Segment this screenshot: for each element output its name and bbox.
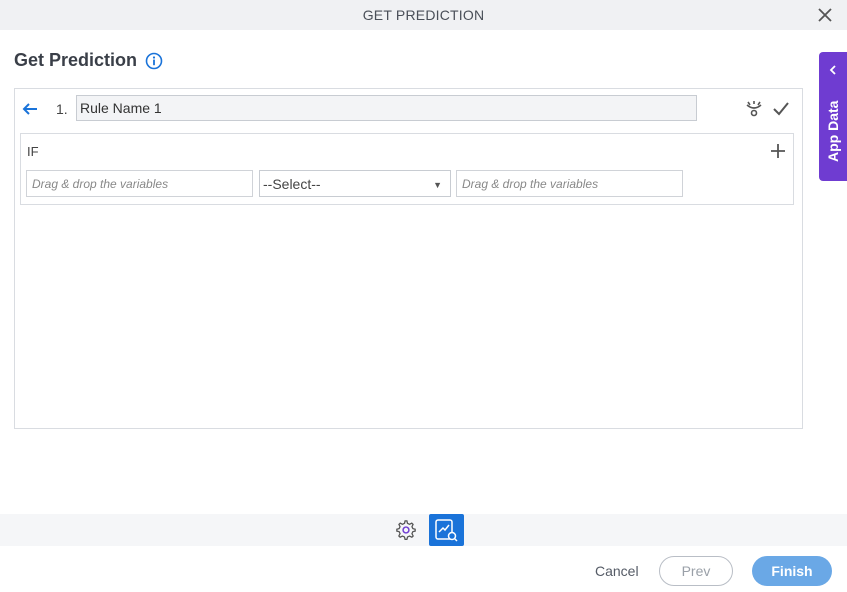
rule-number: 1. [56,101,68,117]
app-data-label: App Data [825,100,841,162]
info-icon[interactable] [145,52,163,70]
eye-toggle-icon[interactable] [744,99,764,119]
operator-select[interactable]: --Select-- ▼ [259,170,451,197]
close-icon[interactable] [815,5,835,25]
prediction-icon [435,519,458,542]
bottom-toolbar [0,514,847,546]
prediction-button[interactable] [429,514,464,546]
finish-button[interactable]: Finish [752,556,832,586]
operator-selected-value: --Select-- [263,175,321,192]
rule-panel: 1. IF Drag & drop the variables --Select… [14,88,803,429]
gear-icon[interactable] [395,519,417,541]
check-icon[interactable] [771,99,791,119]
cancel-button[interactable]: Cancel [595,563,639,579]
right-variable-dropzone[interactable]: Drag & drop the variables [456,170,683,197]
left-variable-dropzone[interactable]: Drag & drop the variables [26,170,253,197]
condition-box: IF Drag & drop the variables --Select-- … [20,133,794,205]
window-title: GET PREDICTION [362,7,485,23]
page-title: Get Prediction [14,50,138,70]
if-label: IF [27,144,39,159]
page-heading: Get Prediction [14,50,163,71]
dropdown-arrow-icon: ▼ [433,180,442,190]
rule-name-input[interactable] [76,95,697,121]
back-arrow-icon[interactable] [21,100,39,118]
title-bar: GET PREDICTION [0,0,847,30]
rule-row: 1. [15,95,802,123]
plus-icon[interactable] [769,142,787,160]
chevron-left-icon [829,65,836,75]
app-data-tab[interactable]: App Data [819,52,847,181]
prev-button[interactable]: Prev [659,556,733,586]
